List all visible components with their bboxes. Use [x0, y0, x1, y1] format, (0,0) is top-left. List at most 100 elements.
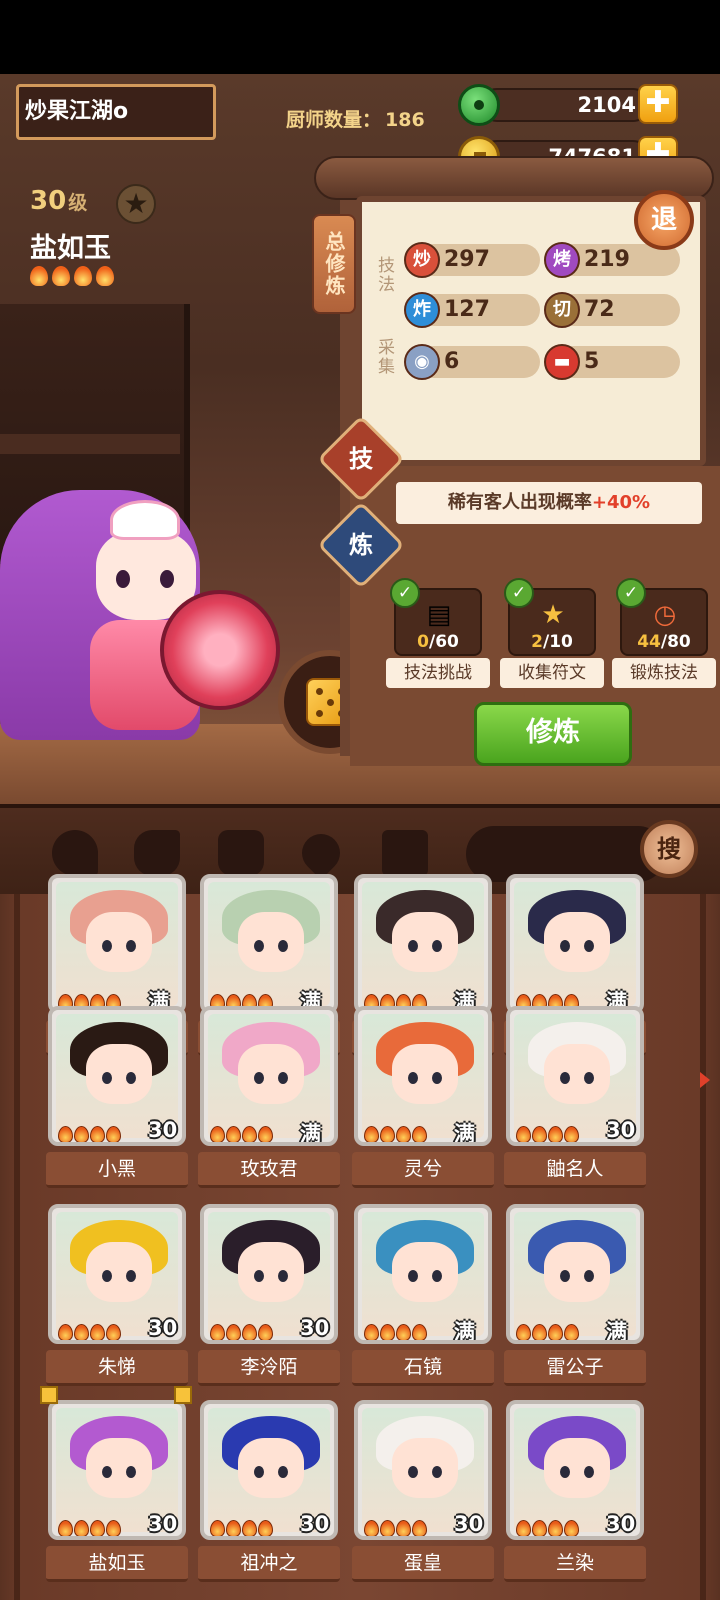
chef-card-frame: 满 [354, 1204, 492, 1344]
rarity-flames [364, 1520, 427, 1536]
task-technique-challenge[interactable]: ✓ ▤ 0/60 技法挑战 [386, 578, 490, 692]
flame-icon [412, 1324, 427, 1340]
task-label: 技法挑战 [386, 658, 490, 688]
retreat-button[interactable]: 退 [634, 190, 694, 250]
portrait-eye [126, 940, 136, 952]
clock-icon: ◷ [653, 600, 677, 630]
flame-icon [210, 1520, 225, 1536]
chef-card[interactable]: 30 李泠陌 [198, 1204, 340, 1390]
portrait-eye [584, 1270, 594, 1282]
chef-character-sprite[interactable] [0, 470, 290, 760]
flame-icon [564, 1520, 579, 1536]
chef-card-level: 满 [300, 1122, 321, 1146]
chef-card-frame: 30 [48, 1006, 186, 1146]
flame-icon [96, 266, 114, 286]
portrait-eye [432, 1270, 442, 1282]
flame-icon [412, 1520, 427, 1536]
chef-level-unit: 级 [68, 192, 88, 214]
portrait-eye [432, 1466, 442, 1478]
flame-icon [52, 266, 70, 286]
chef-card[interactable]: 满玫玫君 [198, 1006, 340, 1192]
task-progress-current: 0 [417, 632, 429, 652]
portrait-eye [102, 1270, 112, 1282]
flame-icon [210, 1126, 225, 1142]
stat-value: 6 [444, 349, 460, 374]
rarity-flames [364, 1324, 427, 1340]
chef-card[interactable]: 30 祖冲之 [198, 1400, 340, 1586]
portrait-face [86, 1242, 152, 1302]
chef-card-frame: 30 [506, 1006, 644, 1146]
star-icon[interactable]: ★ [116, 184, 156, 224]
skill-button-label: 技 [349, 445, 373, 473]
player-name-box[interactable]: 炒果江湖o [16, 84, 216, 140]
task-label: 收集符文 [500, 658, 604, 688]
portrait-face [544, 1044, 610, 1104]
flame-icon [258, 1126, 273, 1142]
jar-filter-icon[interactable] [218, 830, 264, 876]
chef-card[interactable]: 30 朱悌 [46, 1204, 188, 1390]
chef-card-frame: 满 [354, 874, 492, 1014]
chef-card-frame: 30 [200, 1400, 338, 1540]
chef-card-frame: 满 [48, 874, 186, 1014]
chef-card-frame: 30 [200, 1204, 338, 1344]
task-practice-technique[interactable]: ✓ ◷ 44/80 锻炼技法 [612, 578, 716, 692]
checkmark-icon: ✓ [504, 578, 534, 608]
task-progress-total: /10 [542, 632, 573, 652]
location-filter-icon[interactable] [294, 826, 348, 880]
flame-icon [74, 266, 92, 286]
chef-card-level: 30 [148, 1118, 178, 1142]
chef-count: 厨师数量： 186 [282, 105, 425, 132]
portrait-eye [432, 1072, 442, 1084]
shovel-filter-icon[interactable] [134, 830, 180, 876]
bonus-value: +40% [591, 492, 651, 513]
chef-card-frame: 满 [200, 1006, 338, 1146]
meat-icon: ▬ [544, 344, 580, 380]
flame-icon [564, 1324, 579, 1340]
chef-count-label: 厨师数量： [286, 109, 382, 131]
scroll-icon: ▤ [426, 600, 452, 630]
chef-card-level: 30 [300, 1316, 330, 1340]
character-eye [160, 570, 174, 588]
flame-icon [380, 1520, 395, 1536]
portrait-eye [278, 1072, 288, 1084]
selection-corner [40, 1386, 58, 1404]
chef-card-frame: 满 [506, 874, 644, 1014]
chef-card[interactable]: 满灵兮 [352, 1006, 494, 1192]
portrait-eye [408, 1466, 418, 1478]
chef-card[interactable]: 满石镜 [352, 1204, 494, 1390]
chef-card[interactable]: 满雷公子 [504, 1204, 646, 1390]
task-collect-runes[interactable]: ✓ ★ 2/10 收集符文 [500, 578, 604, 692]
train-button[interactable]: 修炼 [474, 702, 632, 766]
stat-value: 297 [444, 247, 490, 272]
total-training-tab[interactable]: 总修炼 [312, 214, 356, 314]
stat-value: 127 [444, 297, 490, 322]
scroll-arrow-icon[interactable] [700, 1072, 710, 1088]
task-progress-current: 2 [531, 632, 543, 652]
flame-icon [396, 1324, 411, 1340]
checkmark-icon: ✓ [616, 578, 646, 608]
bonus-ribbon: 稀有客人出现概率+40% [396, 482, 702, 524]
kitchen-shelf [0, 434, 180, 454]
portrait-eye [126, 1270, 136, 1282]
technique-label: 技法 [374, 256, 394, 294]
chef-card[interactable]: 30 小黑 [46, 1006, 188, 1192]
flame-icon [396, 1520, 411, 1536]
meat-filter-icon[interactable] [52, 830, 98, 876]
chef-card-frame: 30 [48, 1204, 186, 1344]
portrait-face [86, 1438, 152, 1498]
chef-card-frame: 30 [354, 1400, 492, 1540]
flame-icon [532, 1126, 547, 1142]
chef-card[interactable]: 30 兰染 [504, 1400, 646, 1586]
chef-card[interactable]: 30 鼬名人 [504, 1006, 646, 1192]
rarity-flames [58, 1126, 121, 1142]
chef-card[interactable]: 30 蛋皇 [352, 1400, 494, 1586]
add-jade-button[interactable]: ✚ [638, 84, 678, 124]
chef-card-name: 蛋皇 [352, 1546, 494, 1582]
chef-card[interactable]: 30 盐如玉 [40, 1386, 192, 1586]
portrait-eye [560, 1466, 570, 1478]
flame-icon [58, 1324, 73, 1340]
bonus-text: 稀有客人出现概率 [447, 492, 592, 513]
search-button[interactable]: 搜 [640, 820, 698, 878]
portrait-face [544, 1242, 610, 1302]
mystery-map-filter-icon[interactable] [382, 830, 428, 876]
